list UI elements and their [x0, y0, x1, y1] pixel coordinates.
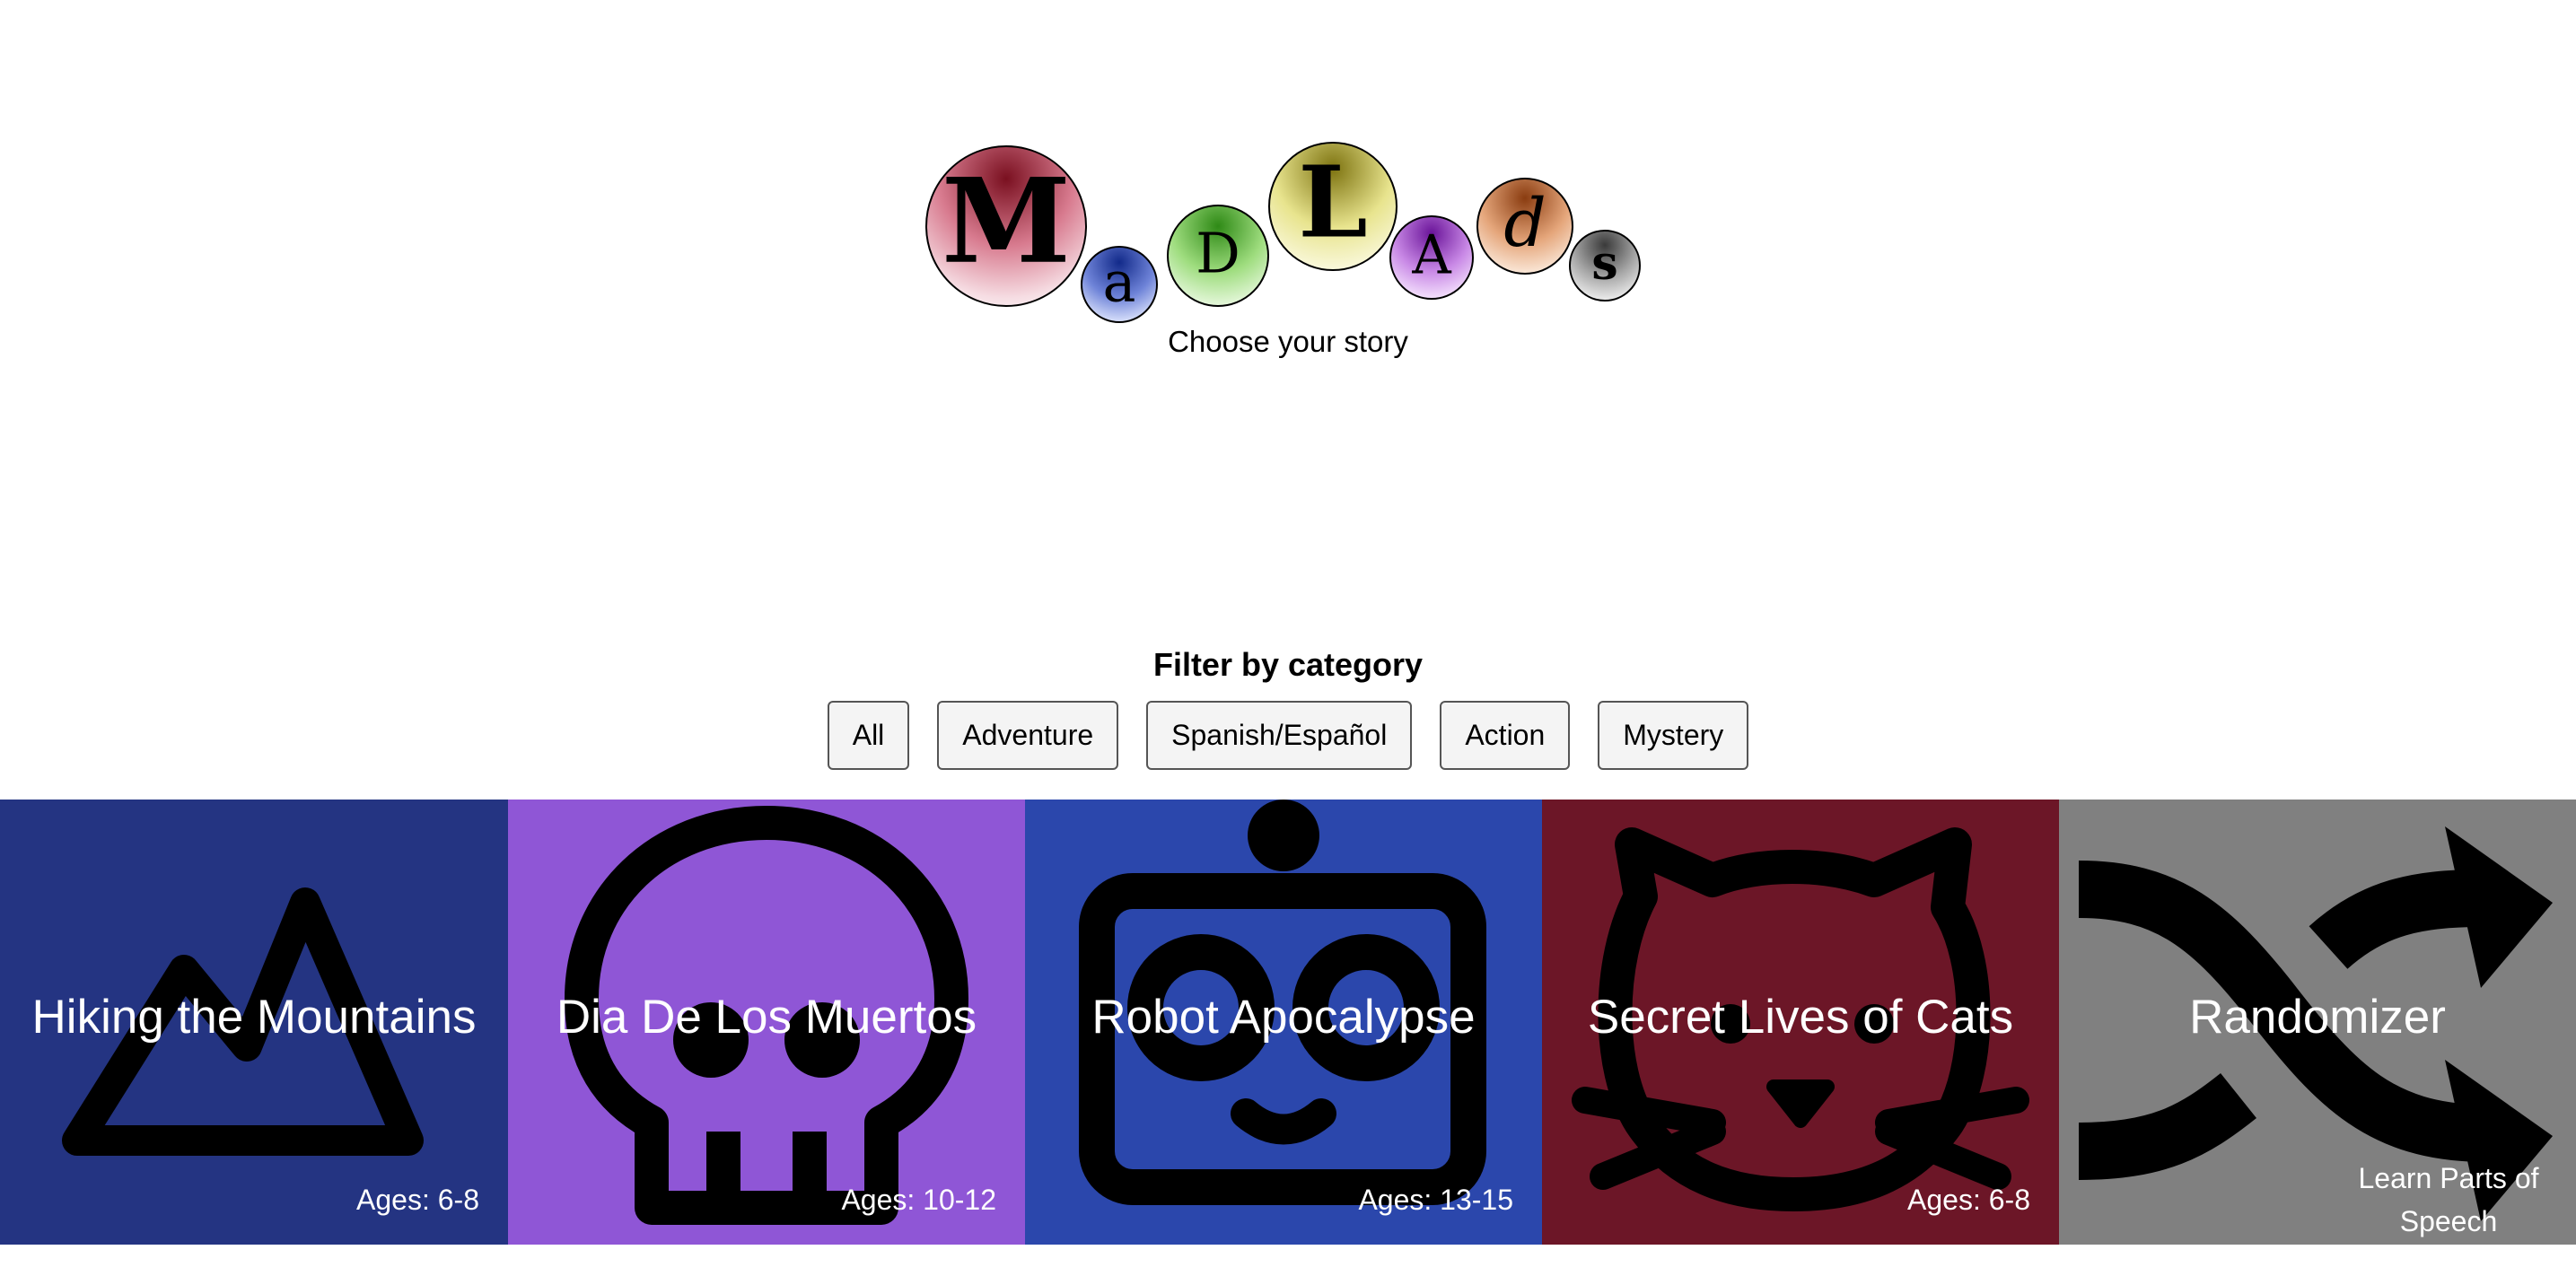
- logo-bubble-m: M: [925, 145, 1087, 307]
- logo-bubble-d: D: [1167, 205, 1269, 307]
- logo-bubble-s: s: [1569, 230, 1641, 302]
- page: M a D L A d s Choose your story Filter b…: [0, 0, 2576, 1276]
- tagline: Choose your story: [1168, 325, 1408, 358]
- filter-spanish-button[interactable]: Spanish/Español: [1146, 701, 1413, 770]
- logo-bubble-a: a: [1081, 246, 1158, 323]
- filter-mystery-button[interactable]: Mystery: [1598, 701, 1749, 770]
- story-card-age: Ages: 13-15: [1358, 1184, 1513, 1216]
- story-cards: Hiking the Mountains Ages: 6-8 Dia De Lo…: [0, 800, 2576, 1245]
- story-card-title: Secret Lives of Cats: [1587, 991, 2014, 1044]
- madlads-logo: M a D L A d s: [0, 0, 2576, 323]
- story-card-secret-lives-of-cats[interactable]: Secret Lives of Cats Ages: 6-8: [1542, 800, 2059, 1245]
- story-card-hiking[interactable]: Hiking the Mountains Ages: 6-8: [0, 800, 508, 1245]
- filter-bar: All Adventure Spanish/Español Action Mys…: [0, 701, 2576, 770]
- logo-bubble-l: L: [1268, 142, 1398, 271]
- story-card-subtitle: Learn Parts of Speech: [2358, 1162, 2539, 1237]
- story-card-dia-de-los-muertos[interactable]: Dia De Los Muertos Ages: 10-12: [508, 800, 1025, 1245]
- filter-action-button[interactable]: Action: [1440, 701, 1571, 770]
- story-card-title: Dia De Los Muertos: [556, 991, 977, 1044]
- filter-adventure-button[interactable]: Adventure: [937, 701, 1119, 770]
- story-card-age: Ages: 6-8: [356, 1184, 479, 1216]
- story-card-randomizer[interactable]: Randomizer Learn Parts of Speech: [2059, 800, 2576, 1245]
- filter-heading: Filter by category: [1152, 646, 1424, 683]
- logo-bubble-d2: d: [1476, 178, 1573, 275]
- story-card-age: Ages: 6-8: [1907, 1184, 2030, 1216]
- logo-bubble-a2: A: [1389, 215, 1474, 300]
- story-card-age: Ages: 10-12: [841, 1184, 996, 1216]
- story-card-title: Robot Apocalypse: [1091, 991, 1476, 1044]
- story-card-robot-apocalypse[interactable]: Robot Apocalypse Ages: 13-15: [1025, 800, 1542, 1245]
- filter-all-button[interactable]: All: [827, 701, 910, 770]
- story-card-title: Randomizer: [2189, 991, 2446, 1044]
- story-card-title: Hiking the Mountains: [31, 991, 477, 1044]
